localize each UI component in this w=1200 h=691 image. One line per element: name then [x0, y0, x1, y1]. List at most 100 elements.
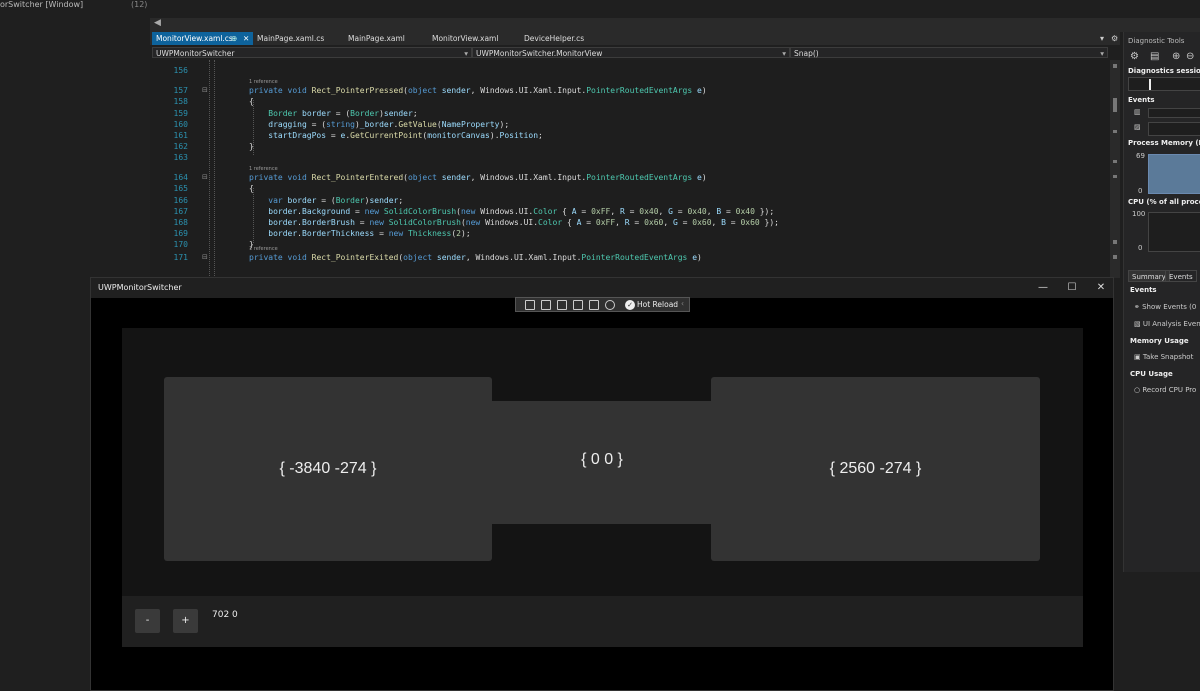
- tab-overflow-icon[interactable]: ▾: [1100, 32, 1104, 45]
- settings-icon[interactable]: ⚙: [1130, 51, 1139, 62]
- events-track-2: [1148, 122, 1200, 136]
- monitor-primary-label: { 0 0 }: [581, 450, 623, 468]
- code-line[interactable]: Border border = (Border)sender;: [249, 109, 417, 118]
- gc-icon: ▨: [1134, 123, 1141, 131]
- member-dropdown[interactable]: Snap() ▾: [790, 47, 1108, 58]
- code-line[interactable]: dragging = (string)_border.GetValue(Name…: [249, 120, 509, 129]
- scroll-thumb[interactable]: [1113, 98, 1117, 112]
- cpu-label: CPU (% of all proce: [1128, 198, 1200, 206]
- select-element-icon[interactable]: [541, 300, 551, 310]
- analysis-icon: ▧: [1134, 320, 1141, 328]
- code-editor[interactable]: 156 157 1 reference ⊟ private void Rect_Poin…: [150, 60, 1115, 278]
- line-number: 160: [173, 120, 188, 129]
- fold-toggle-icon[interactable]: ⊟: [202, 173, 208, 181]
- tab-devicehelper-cs[interactable]: DeviceHelper.cs: [520, 32, 588, 45]
- hot-reload-check-icon[interactable]: ✓: [625, 300, 635, 310]
- collapse-left-icon[interactable]: ◀: [154, 18, 161, 28]
- hot-reload-label[interactable]: Hot Reload: [637, 300, 678, 309]
- app-title: UWPMonitorSwitcher: [98, 283, 182, 292]
- close-button[interactable]: ✕: [1089, 280, 1113, 296]
- minimize-button[interactable]: —: [1031, 280, 1055, 296]
- code-line[interactable]: var border = (Border)sender;: [249, 196, 403, 205]
- tab-label: MonitorView.xaml: [432, 34, 499, 43]
- codelens-references[interactable]: 1 reference: [249, 246, 278, 252]
- window-node-label[interactable]: orSwitcher [Window]: [0, 0, 83, 9]
- show-events-label: Show Events (0: [1142, 303, 1197, 311]
- code-line[interactable]: private void Rect_PointerExited(object s…: [249, 253, 702, 262]
- code-line[interactable]: border.BorderThickness = new Thickness(2…: [249, 229, 470, 238]
- tab-events[interactable]: Events: [1165, 270, 1197, 282]
- memory-min-label: 0: [1138, 187, 1143, 195]
- tab-label: MainPage.xaml.cs: [257, 34, 325, 43]
- scroll-marker: [1113, 175, 1117, 178]
- cpu-graph: [1148, 212, 1200, 252]
- monitor-left[interactable]: { -3840 -274 }: [164, 377, 492, 561]
- show-events-link[interactable]: ⚭ Show Events (0: [1134, 303, 1196, 311]
- line-number: 169: [173, 229, 188, 238]
- code-line[interactable]: private void Rect_PointerEntered(object …: [249, 173, 707, 182]
- diagnostic-tools-panel: Diagnostic Tools ⚙ ▤ ⊕ ⊖ Diagnostics ses…: [1123, 32, 1200, 572]
- track-focus-icon[interactable]: [573, 300, 583, 310]
- codelens-references[interactable]: 1 reference: [249, 79, 278, 85]
- fold-toggle-icon[interactable]: ⊟: [202, 253, 208, 261]
- ui-analysis-link[interactable]: ▧ UI Analysis Even: [1134, 320, 1200, 328]
- editor-scrollbar[interactable]: [1110, 60, 1120, 278]
- fold-toggle-icon[interactable]: ⊟: [202, 86, 208, 94]
- line-number: 159: [173, 109, 188, 118]
- tab-mainpage-xaml-cs[interactable]: MainPage.xaml.cs: [253, 32, 328, 45]
- tab-summary[interactable]: Summary: [1128, 270, 1170, 282]
- tab-monitorview-xaml[interactable]: MonitorView.xaml: [428, 32, 502, 45]
- scroll-marker: [1113, 160, 1117, 163]
- live-tree-icon[interactable]: [525, 300, 535, 310]
- save-icon[interactable]: ▤: [1150, 51, 1159, 62]
- take-snapshot-button[interactable]: ▣ Take Snapshot: [1134, 353, 1193, 361]
- code-line[interactable]: private void Rect_PointerPressed(object …: [249, 86, 707, 95]
- collapse-toolbar-icon[interactable]: ‹: [681, 299, 684, 308]
- pin-icon[interactable]: ⊕: [231, 32, 237, 45]
- hot-reload-toolbar: ✓ Hot Reload ‹: [515, 297, 690, 312]
- line-number: 162: [173, 142, 188, 151]
- close-icon[interactable]: ✕: [243, 32, 249, 45]
- indent-guide: [209, 60, 210, 278]
- window-node-count: (12): [131, 0, 148, 9]
- indent-guide: [253, 188, 254, 243]
- monitor-right[interactable]: { 2560 -274 }: [711, 377, 1040, 561]
- navigation-bar: UWPMonitorSwitcher ▾ UWPMonitorSwitcher.…: [150, 46, 1120, 59]
- tab-monitorview-xaml-cs[interactable]: MonitorView.xaml.cs ⊕ ✕: [152, 32, 253, 45]
- scroll-marker: [1113, 255, 1117, 259]
- binding-failures-icon[interactable]: [605, 300, 615, 310]
- line-number: 163: [173, 153, 188, 162]
- class-dropdown[interactable]: UWPMonitorSwitcher.MonitorView ▾: [472, 47, 790, 58]
- zoom-in-icon[interactable]: ⊕: [1172, 51, 1180, 62]
- display-adorners-icon[interactable]: [557, 300, 567, 310]
- ui-analysis-label: UI Analysis Even: [1142, 320, 1200, 328]
- tab-summary-label: Summary: [1132, 273, 1166, 281]
- layout-adorners-icon[interactable]: [589, 300, 599, 310]
- maximize-button[interactable]: ☐: [1060, 280, 1084, 296]
- codelens-references[interactable]: 1 reference: [249, 166, 278, 172]
- scroll-marker: [1113, 130, 1117, 133]
- process-memory-label: Process Memory (M: [1128, 139, 1200, 147]
- events-icon: ⚭: [1134, 303, 1140, 311]
- code-line[interactable]: border.Background = new SolidColorBrush(…: [249, 207, 774, 216]
- zoom-in-button[interactable]: +: [173, 609, 198, 633]
- tab-label: MonitorView.xaml.cs: [156, 34, 233, 43]
- code-line[interactable]: border.BorderBrush = new SolidColorBrush…: [249, 218, 779, 227]
- session-timeline[interactable]: [1128, 77, 1200, 91]
- tab-label: DeviceHelper.cs: [524, 34, 585, 43]
- settings-gear-icon[interactable]: ⚙: [1111, 32, 1118, 45]
- monitor-primary[interactable]: { 0 0 }: [492, 401, 712, 524]
- tab-mainpage-xaml[interactable]: MainPage.xaml: [344, 32, 409, 45]
- process-memory-graph: [1148, 154, 1200, 194]
- zoom-out-button[interactable]: -: [135, 609, 160, 633]
- indent-guide: [253, 100, 254, 155]
- project-dropdown[interactable]: UWPMonitorSwitcher ▾: [152, 47, 472, 58]
- code-line[interactable]: startDragPos = e.GetCurrentPoint(monitor…: [249, 131, 543, 140]
- app-titlebar[interactable]: UWPMonitorSwitcher — ☐ ✕: [91, 278, 1113, 298]
- member-name: Snap(): [794, 49, 819, 58]
- record-cpu-button[interactable]: ○ Record CPU Pro: [1134, 386, 1196, 394]
- top-toolbar-area: [150, 0, 1200, 18]
- events-section-label: Events: [1128, 96, 1155, 104]
- zoom-out-icon[interactable]: ⊖: [1186, 51, 1194, 62]
- right-lower-area: [1120, 572, 1200, 691]
